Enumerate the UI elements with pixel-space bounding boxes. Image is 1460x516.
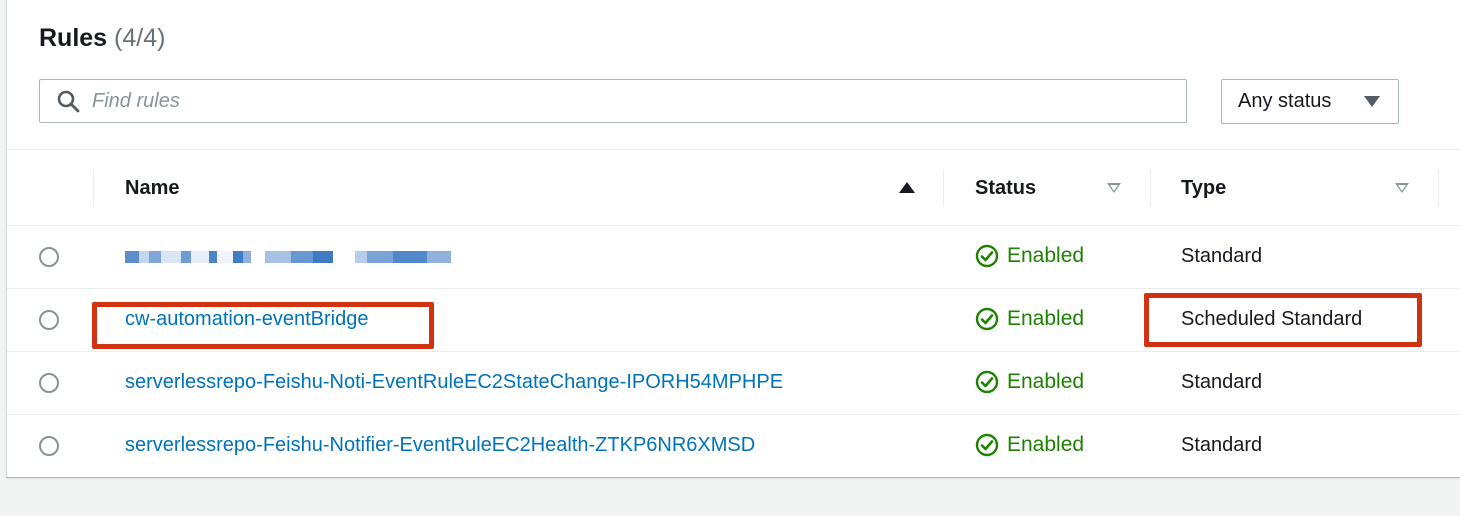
rule-type: Standard [1181, 434, 1263, 456]
sort-icon[interactable] [1107, 183, 1121, 193]
row-radio[interactable] [39, 247, 59, 267]
column-header-type[interactable]: Type [1181, 150, 1409, 226]
rule-type: Standard [1181, 371, 1263, 393]
status-filter-select[interactable]: Any status [1221, 79, 1399, 124]
search-icon [57, 90, 80, 113]
column-header-status[interactable]: Status [975, 150, 1121, 226]
table-row[interactable]: serverlessrepo-Feishu-Notifier-EventRule… [7, 415, 1460, 478]
check-circle-icon [975, 370, 999, 394]
rule-type: Standard [1181, 245, 1263, 267]
column-header-name[interactable]: Name [125, 150, 915, 226]
caret-down-icon [1364, 96, 1380, 107]
check-circle-icon [975, 433, 999, 457]
column-separator [1150, 170, 1151, 206]
highlight-box-rule-type [1144, 293, 1422, 347]
rule-name-link[interactable]: serverlessrepo-Feishu-Notifier-EventRule… [125, 434, 755, 457]
page-title: Rules (4/4) [39, 24, 165, 53]
column-name-label: Name [125, 176, 180, 199]
search-input[interactable] [90, 88, 1186, 114]
column-separator [1438, 170, 1439, 206]
row-radio[interactable] [39, 373, 59, 393]
status-badge: Enabled [975, 244, 1084, 268]
column-status-label: Status [975, 176, 1037, 199]
column-type-label: Type [1181, 176, 1227, 199]
status-badge: Enabled [975, 370, 1084, 394]
status-text: Enabled [1007, 370, 1085, 393]
highlight-box-rule-name [92, 302, 434, 349]
table-row[interactable]: serverlessrepo-Feishu-Noti-EventRuleEC2S… [7, 352, 1460, 415]
column-separator [93, 170, 94, 206]
title-text: Rules [39, 24, 108, 52]
check-circle-icon [975, 244, 999, 268]
rule-name-link[interactable]: serverlessrepo-Feishu-Noti-EventRuleEC2S… [125, 371, 783, 394]
search-field[interactable] [39, 79, 1187, 123]
rule-name-link-redacted[interactable] [125, 245, 451, 268]
sort-ascending-icon[interactable] [899, 182, 915, 193]
row-radio[interactable] [39, 436, 59, 456]
rules-panel: Rules (4/4) Any status Name Status Type [6, 0, 1460, 478]
row-radio[interactable] [39, 310, 59, 330]
table-row[interactable]: Enabled Standard [7, 226, 1460, 289]
rule-count: (4/4) [114, 24, 166, 52]
status-text: Enabled [1007, 433, 1085, 456]
table-header: Name Status Type [7, 150, 1460, 226]
sort-icon[interactable] [1395, 183, 1409, 193]
check-circle-icon [975, 307, 999, 331]
status-filter-value: Any status [1238, 90, 1332, 112]
status-badge: Enabled [975, 307, 1084, 331]
status-text: Enabled [1007, 307, 1085, 330]
column-separator [943, 170, 944, 206]
status-text: Enabled [1007, 244, 1085, 267]
status-badge: Enabled [975, 433, 1084, 457]
